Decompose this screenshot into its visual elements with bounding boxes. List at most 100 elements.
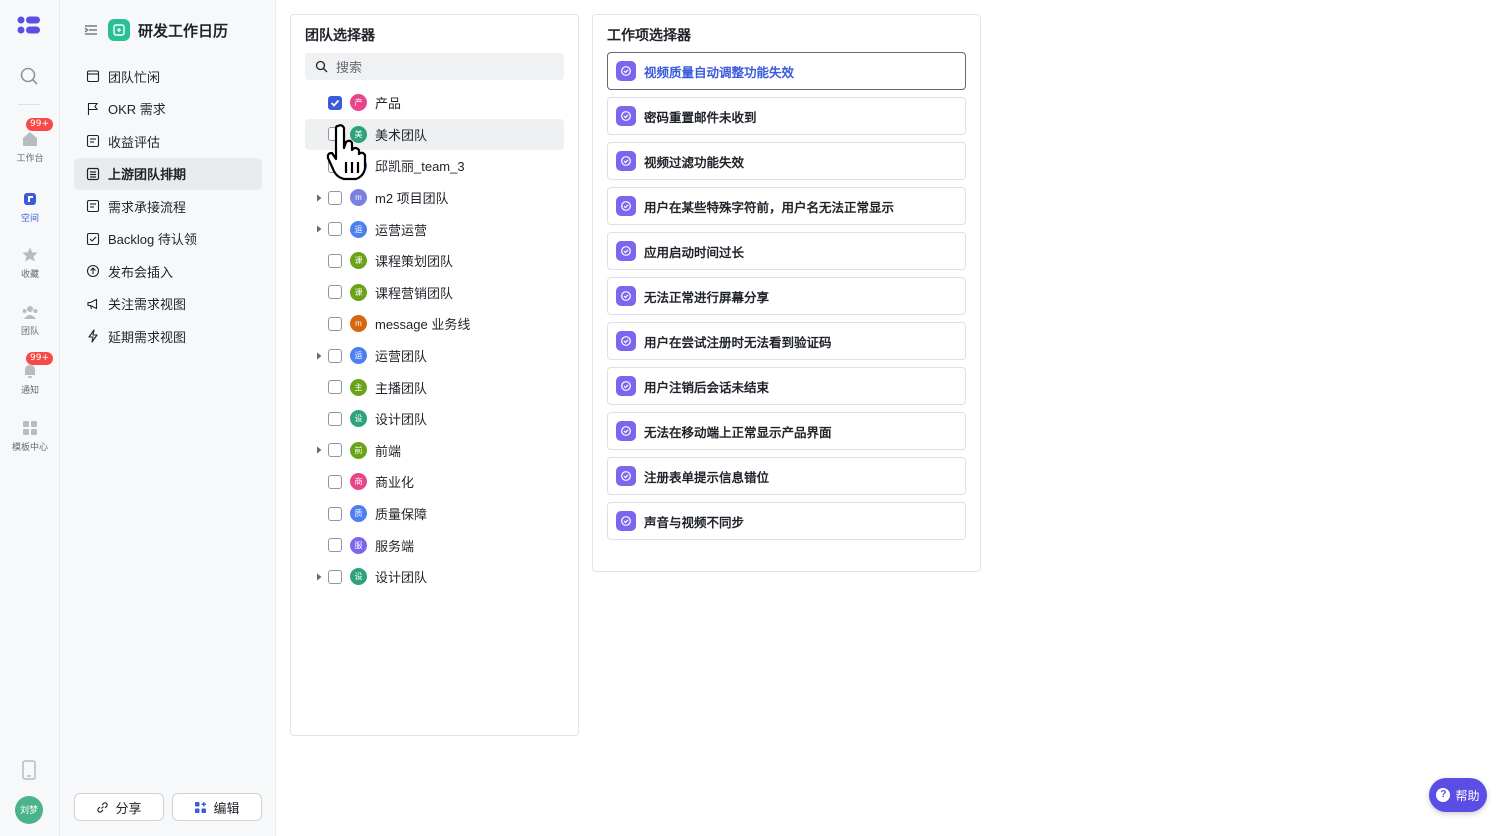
team-name: 美术团队: [375, 127, 428, 143]
rail-item-workbench[interactable]: 工作台: [0, 130, 60, 164]
work-item[interactable]: 声音与视频不同步: [607, 502, 966, 540]
team-row[interactable]: 设设计团队: [305, 561, 564, 593]
mobile-icon[interactable]: [21, 760, 37, 780]
work-item[interactable]: 视频过滤功能失效: [607, 142, 966, 180]
team-row[interactable]: 前前端: [305, 435, 564, 467]
notification-badge: 99+: [26, 352, 53, 365]
expand-caret-icon[interactable]: [314, 224, 324, 234]
team-search-input[interactable]: 搜索: [305, 53, 564, 80]
nav-item-okr[interactable]: OKR 需求: [74, 93, 262, 126]
rail-item-team[interactable]: 团队: [0, 303, 60, 337]
work-item-list: 视频质量自动调整功能失效 密码重置邮件未收到 视频过滤功能失效用户在某些特殊字符前，…: [607, 52, 966, 547]
work-item[interactable]: 用户在某些特殊字符前，用户名无法正常显示: [607, 187, 966, 225]
team-avatar: 设: [350, 568, 367, 586]
expand-caret-icon[interactable]: [314, 193, 324, 203]
team-name: 设计团队: [375, 570, 428, 586]
app-logo-icon[interactable]: [16, 14, 42, 36]
team-row[interactable]: m m2 项目团队: [305, 182, 564, 214]
expand-caret-icon[interactable]: [314, 351, 324, 361]
rail-item-notifications[interactable]: 通知: [0, 362, 60, 396]
team-row[interactable]: 运运营运营: [305, 213, 564, 245]
team-row[interactable]: m message 业务线: [305, 308, 564, 340]
team-row[interactable]: 主主播团队: [305, 371, 564, 403]
rail-item-label: 团队: [20, 326, 39, 336]
space-logo-icon: [108, 19, 130, 41]
team-row[interactable]: 运运营团队: [305, 340, 564, 372]
help-button[interactable]: ? 帮助: [1429, 778, 1487, 812]
team-row[interactable]: 商商业化: [305, 466, 564, 498]
team-checkbox[interactable]: [328, 443, 342, 458]
team-name: 产品: [375, 96, 402, 112]
team-checkbox[interactable]: [328, 380, 342, 395]
team-checkbox[interactable]: [328, 474, 342, 489]
work-item[interactable]: 无法在移动端上正常显示产品界面: [607, 412, 966, 450]
team-checkbox[interactable]: [328, 190, 342, 205]
rail-item-label: 模板中心: [11, 442, 48, 452]
team-name: 商业化: [375, 475, 415, 491]
team-checkbox[interactable]: [328, 411, 342, 426]
team-row[interactable]: 课课程策划团队: [305, 245, 564, 277]
nav-item-label: 发布会插入: [108, 264, 174, 280]
team-checkbox[interactable]: [328, 253, 342, 268]
team-row[interactable]: 设设计团队: [305, 403, 564, 435]
team-name: m2 项目团队: [375, 191, 449, 207]
work-item-status-icon: [616, 331, 636, 351]
rail-item-templates[interactable]: 模板中心: [0, 419, 60, 453]
team-checkbox[interactable]: [328, 538, 342, 553]
team-row[interactable]: 服服务端: [305, 529, 564, 561]
team-row[interactable]: 产产品: [305, 87, 564, 119]
space-icon: [24, 193, 36, 205]
megaphone-icon: [87, 298, 98, 310]
work-item[interactable]: 密码重置邮件未收到: [607, 97, 966, 135]
expand-caret-icon[interactable]: [314, 572, 324, 582]
user-avatar[interactable]: 刘梦: [15, 796, 43, 824]
check-icon: [330, 99, 340, 107]
work-item[interactable]: 无法正常进行屏幕分享: [607, 277, 966, 315]
share-button[interactable]: 分享: [74, 793, 164, 821]
space-title: 研发工作日历: [138, 22, 229, 40]
team-checkbox[interactable]: [328, 506, 342, 521]
nav-item-revenue[interactable]: 收益评估: [74, 125, 262, 158]
search-placeholder: 搜索: [336, 60, 363, 75]
work-item[interactable]: 应用启动时间过长: [607, 232, 966, 270]
work-item[interactable]: 用户注销后会话未结束: [607, 367, 966, 405]
nav-item-watched[interactable]: 关注需求视图: [74, 288, 262, 321]
view-list: 团队忙闲 OKR 需求 收益评估 上游团队排期 需求承接流程 Backlog 待…: [74, 60, 262, 353]
document-icon: [86, 200, 100, 213]
rail-item-space[interactable]: 空间: [0, 190, 60, 224]
work-item-selector-panel: 工作项选择器 视频质量自动调整功能失效 密码重置邮件未收到 视频过滤功能失效 用户在某…: [592, 14, 981, 572]
nav-item-intake-flow[interactable]: 需求承接流程: [74, 190, 262, 223]
work-item-status-icon: [616, 106, 636, 126]
team-checkbox[interactable]: [328, 316, 342, 331]
search-icon[interactable]: [19, 66, 39, 86]
team-avatar: 运: [350, 347, 367, 365]
work-item-label: 无法正常进行屏幕分享: [644, 290, 770, 305]
work-item-label: 用户在某些特殊字符前，用户名无法正常显示: [644, 200, 895, 215]
rail-item-favorites[interactable]: 收藏: [0, 246, 60, 280]
team-name: message 业务线: [375, 317, 471, 333]
team-checkbox[interactable]: [328, 95, 342, 110]
work-item[interactable]: 用户在尝试注册时无法看到验证码: [607, 322, 966, 360]
team-avatar: m: [350, 315, 367, 333]
nav-item-launch-insert[interactable]: 发布会插入: [74, 255, 262, 288]
team-row[interactable]: 课课程营销团队: [305, 277, 564, 309]
team-checkbox[interactable]: [328, 348, 342, 363]
work-item[interactable]: 视频质量自动调整功能失效: [607, 52, 966, 90]
nav-item-team-availability[interactable]: 团队忙闲: [74, 60, 262, 93]
team-avatar: 课: [350, 252, 367, 270]
team-checkbox[interactable]: [328, 569, 342, 584]
team-row[interactable]: 质质量保障: [305, 498, 564, 530]
nav-item-backlog[interactable]: Backlog 待认领: [74, 223, 262, 256]
team-checkbox[interactable]: [328, 285, 342, 300]
expand-caret-icon[interactable]: [314, 445, 324, 455]
collapse-sidebar-icon[interactable]: [84, 23, 98, 37]
work-item[interactable]: 注册表单提示信息错位: [607, 457, 966, 495]
nav-item-upstream-schedule[interactable]: 上游团队排期: [74, 157, 262, 190]
team-checkbox[interactable]: [328, 222, 342, 237]
calendar-icon: [86, 70, 100, 83]
edit-button[interactable]: 编辑: [172, 793, 262, 821]
nav-item-delayed[interactable]: 延期需求视图: [74, 320, 262, 353]
work-item-status-icon: [616, 286, 636, 306]
team-avatar: 产: [350, 94, 367, 112]
team-avatar: 运: [350, 220, 367, 238]
